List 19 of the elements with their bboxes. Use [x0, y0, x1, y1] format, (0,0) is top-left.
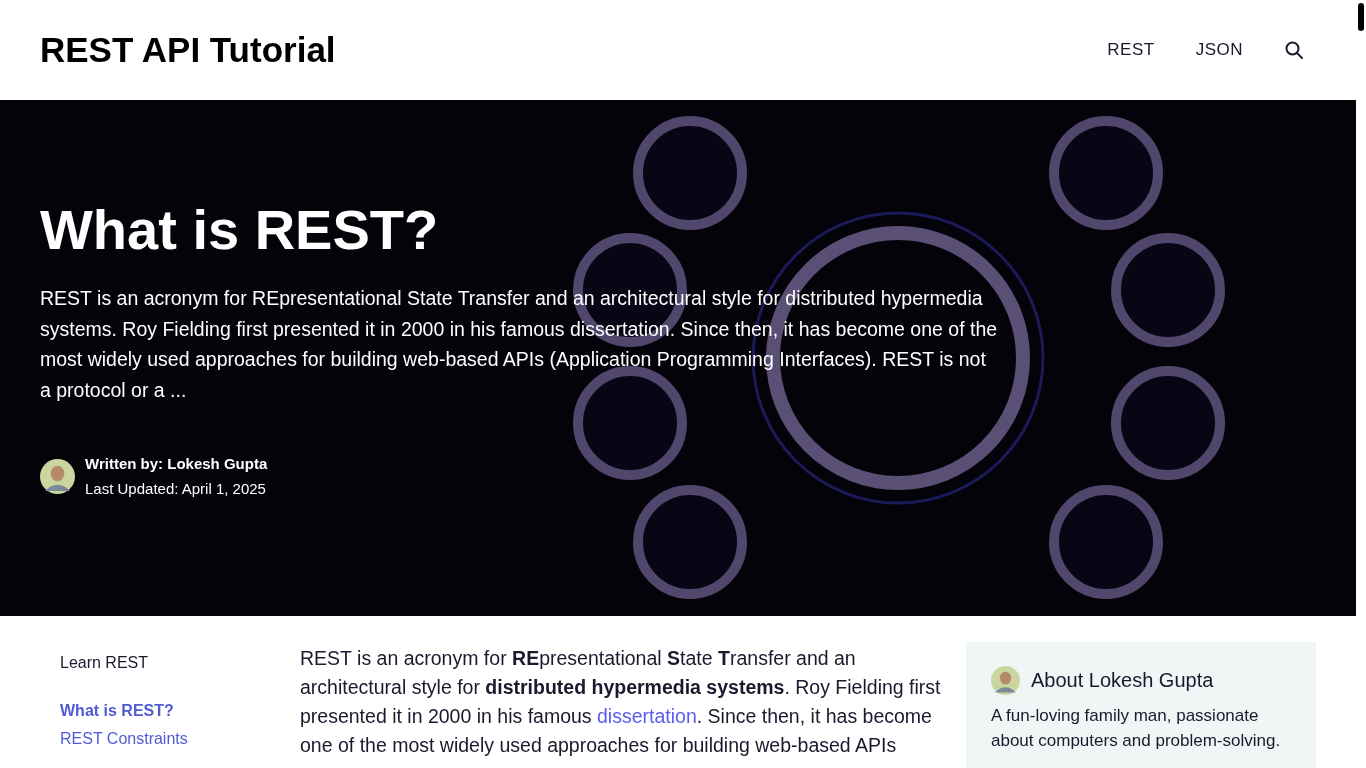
excerpt-text: REST is an acronym for REpresentational State Transfer and an architectural style for distributed hypermedia systems. Roy Fielding first presented it in 2000 in his famous dissertation. Since then, it has become one of the most widely used approaches for building web-based APIs (Application Programming Interfaces). REST is not a protocol or a ... [40, 286, 999, 403]
avatar-icon [991, 666, 1020, 695]
sidebar-link[interactable]: What is REST? [60, 702, 300, 720]
sidebar-heading: Learn REST [60, 654, 150, 672]
updated-date: Last Updated: April 1, 2025 [85, 479, 267, 500]
page-title: What is REST? [40, 197, 440, 263]
search-icon [1284, 40, 1304, 60]
avatar-icon [40, 458, 75, 494]
article-paragraph: REST is an acronym for REpresentational State Transfer and an architectural style for distributed hypermedia systems. Roy Fielding first presented it in 2000 in his famous dissertation. Since then, it has become one of the most widely used approaches for building web-based APIs [300, 646, 942, 758]
search-button[interactable] [1284, 40, 1304, 60]
site-title[interactable]: REST API Tutorial [40, 30, 336, 70]
author-name: Written by: Lokesh Gupta [85, 454, 268, 475]
nav-link[interactable]: REST [1107, 40, 1155, 60]
dissertation-link[interactable]: dissertation [597, 705, 697, 727]
nav-link[interactable]: JSON [1195, 40, 1243, 60]
scrollbar-thumb[interactable] [1358, 3, 1364, 31]
about-title: About Lokesh Gupta [1031, 669, 1214, 692]
about-text: A fun-loving family man, passionate about computers and problem-solving. [991, 705, 1282, 752]
sidebar-link[interactable]: REST Constraints [60, 730, 300, 748]
